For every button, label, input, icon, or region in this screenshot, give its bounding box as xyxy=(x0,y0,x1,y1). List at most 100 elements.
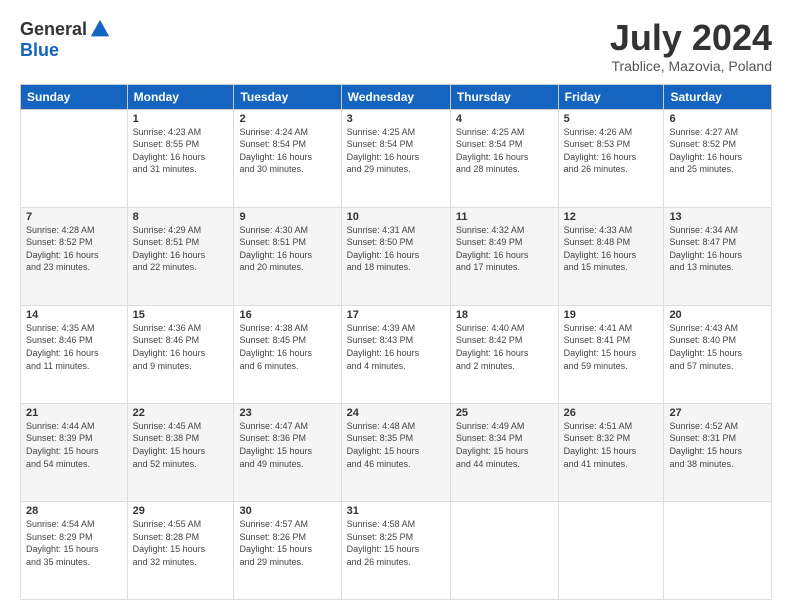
day-info: Sunrise: 4:35 AM Sunset: 8:46 PM Dayligh… xyxy=(26,322,122,372)
day-info: Sunrise: 4:49 AM Sunset: 8:34 PM Dayligh… xyxy=(456,420,553,470)
day-number: 20 xyxy=(669,309,766,321)
day-info: Sunrise: 4:25 AM Sunset: 8:54 PM Dayligh… xyxy=(456,126,553,176)
col-thursday: Thursday xyxy=(450,84,558,109)
day-info: Sunrise: 4:55 AM Sunset: 8:28 PM Dayligh… xyxy=(133,518,229,568)
calendar-cell: 29Sunrise: 4:55 AM Sunset: 8:28 PM Dayli… xyxy=(127,501,234,599)
day-number: 23 xyxy=(239,407,335,419)
col-saturday: Saturday xyxy=(664,84,772,109)
day-number: 30 xyxy=(239,505,335,517)
day-number: 11 xyxy=(456,211,553,223)
calendar-cell: 8Sunrise: 4:29 AM Sunset: 8:51 PM Daylig… xyxy=(127,207,234,305)
calendar-cell: 22Sunrise: 4:45 AM Sunset: 8:38 PM Dayli… xyxy=(127,403,234,501)
day-info: Sunrise: 4:27 AM Sunset: 8:52 PM Dayligh… xyxy=(669,126,766,176)
day-info: Sunrise: 4:30 AM Sunset: 8:51 PM Dayligh… xyxy=(239,224,335,274)
calendar-cell: 21Sunrise: 4:44 AM Sunset: 8:39 PM Dayli… xyxy=(21,403,128,501)
day-info: Sunrise: 4:26 AM Sunset: 8:53 PM Dayligh… xyxy=(564,126,659,176)
day-number: 27 xyxy=(669,407,766,419)
day-info: Sunrise: 4:41 AM Sunset: 8:41 PM Dayligh… xyxy=(564,322,659,372)
day-info: Sunrise: 4:28 AM Sunset: 8:52 PM Dayligh… xyxy=(26,224,122,274)
col-tuesday: Tuesday xyxy=(234,84,341,109)
day-number: 28 xyxy=(26,505,122,517)
calendar-cell: 27Sunrise: 4:52 AM Sunset: 8:31 PM Dayli… xyxy=(664,403,772,501)
day-info: Sunrise: 4:51 AM Sunset: 8:32 PM Dayligh… xyxy=(564,420,659,470)
day-info: Sunrise: 4:25 AM Sunset: 8:54 PM Dayligh… xyxy=(347,126,445,176)
title-block: July 2024 Trablice, Mazovia, Poland xyxy=(610,18,772,74)
calendar-cell xyxy=(450,501,558,599)
day-number: 18 xyxy=(456,309,553,321)
calendar-cell: 7Sunrise: 4:28 AM Sunset: 8:52 PM Daylig… xyxy=(21,207,128,305)
day-number: 10 xyxy=(347,211,445,223)
calendar-cell: 11Sunrise: 4:32 AM Sunset: 8:49 PM Dayli… xyxy=(450,207,558,305)
col-monday: Monday xyxy=(127,84,234,109)
day-info: Sunrise: 4:32 AM Sunset: 8:49 PM Dayligh… xyxy=(456,224,553,274)
calendar-cell: 6Sunrise: 4:27 AM Sunset: 8:52 PM Daylig… xyxy=(664,109,772,207)
day-info: Sunrise: 4:24 AM Sunset: 8:54 PM Dayligh… xyxy=(239,126,335,176)
col-sunday: Sunday xyxy=(21,84,128,109)
logo-blue-text: Blue xyxy=(20,40,59,61)
day-number: 21 xyxy=(26,407,122,419)
calendar-cell: 24Sunrise: 4:48 AM Sunset: 8:35 PM Dayli… xyxy=(341,403,450,501)
calendar-cell: 18Sunrise: 4:40 AM Sunset: 8:42 PM Dayli… xyxy=(450,305,558,403)
calendar-week-row: 7Sunrise: 4:28 AM Sunset: 8:52 PM Daylig… xyxy=(21,207,772,305)
day-info: Sunrise: 4:29 AM Sunset: 8:51 PM Dayligh… xyxy=(133,224,229,274)
day-number: 13 xyxy=(669,211,766,223)
day-number: 26 xyxy=(564,407,659,419)
day-number: 22 xyxy=(133,407,229,419)
calendar-cell: 25Sunrise: 4:49 AM Sunset: 8:34 PM Dayli… xyxy=(450,403,558,501)
day-info: Sunrise: 4:43 AM Sunset: 8:40 PM Dayligh… xyxy=(669,322,766,372)
day-info: Sunrise: 4:45 AM Sunset: 8:38 PM Dayligh… xyxy=(133,420,229,470)
calendar-cell: 4Sunrise: 4:25 AM Sunset: 8:54 PM Daylig… xyxy=(450,109,558,207)
day-number: 5 xyxy=(564,113,659,125)
col-wednesday: Wednesday xyxy=(341,84,450,109)
day-number: 6 xyxy=(669,113,766,125)
calendar-cell xyxy=(664,501,772,599)
day-number: 24 xyxy=(347,407,445,419)
day-info: Sunrise: 4:39 AM Sunset: 8:43 PM Dayligh… xyxy=(347,322,445,372)
day-info: Sunrise: 4:31 AM Sunset: 8:50 PM Dayligh… xyxy=(347,224,445,274)
day-number: 19 xyxy=(564,309,659,321)
day-info: Sunrise: 4:36 AM Sunset: 8:46 PM Dayligh… xyxy=(133,322,229,372)
day-number: 7 xyxy=(26,211,122,223)
day-info: Sunrise: 4:38 AM Sunset: 8:45 PM Dayligh… xyxy=(239,322,335,372)
location-subtitle: Trablice, Mazovia, Poland xyxy=(610,58,772,74)
day-number: 3 xyxy=(347,113,445,125)
calendar-cell: 16Sunrise: 4:38 AM Sunset: 8:45 PM Dayli… xyxy=(234,305,341,403)
calendar-week-row: 14Sunrise: 4:35 AM Sunset: 8:46 PM Dayli… xyxy=(21,305,772,403)
day-info: Sunrise: 4:48 AM Sunset: 8:35 PM Dayligh… xyxy=(347,420,445,470)
day-number: 16 xyxy=(239,309,335,321)
calendar-cell: 31Sunrise: 4:58 AM Sunset: 8:25 PM Dayli… xyxy=(341,501,450,599)
col-friday: Friday xyxy=(558,84,664,109)
day-info: Sunrise: 4:57 AM Sunset: 8:26 PM Dayligh… xyxy=(239,518,335,568)
calendar-table: Sunday Monday Tuesday Wednesday Thursday… xyxy=(20,84,772,600)
day-number: 8 xyxy=(133,211,229,223)
day-info: Sunrise: 4:47 AM Sunset: 8:36 PM Dayligh… xyxy=(239,420,335,470)
calendar-cell: 9Sunrise: 4:30 AM Sunset: 8:51 PM Daylig… xyxy=(234,207,341,305)
calendar-page: General Blue July 2024 Trablice, Mazovia… xyxy=(0,0,792,612)
day-info: Sunrise: 4:44 AM Sunset: 8:39 PM Dayligh… xyxy=(26,420,122,470)
day-info: Sunrise: 4:58 AM Sunset: 8:25 PM Dayligh… xyxy=(347,518,445,568)
day-info: Sunrise: 4:52 AM Sunset: 8:31 PM Dayligh… xyxy=(669,420,766,470)
calendar-cell: 28Sunrise: 4:54 AM Sunset: 8:29 PM Dayli… xyxy=(21,501,128,599)
calendar-cell: 15Sunrise: 4:36 AM Sunset: 8:46 PM Dayli… xyxy=(127,305,234,403)
day-number: 1 xyxy=(133,113,229,125)
day-number: 25 xyxy=(456,407,553,419)
day-number: 17 xyxy=(347,309,445,321)
logo-general-text: General xyxy=(20,19,87,40)
day-number: 14 xyxy=(26,309,122,321)
day-number: 12 xyxy=(564,211,659,223)
logo: General Blue xyxy=(20,18,111,61)
day-info: Sunrise: 4:40 AM Sunset: 8:42 PM Dayligh… xyxy=(456,322,553,372)
calendar-cell: 30Sunrise: 4:57 AM Sunset: 8:26 PM Dayli… xyxy=(234,501,341,599)
calendar-cell: 13Sunrise: 4:34 AM Sunset: 8:47 PM Dayli… xyxy=(664,207,772,305)
calendar-cell: 3Sunrise: 4:25 AM Sunset: 8:54 PM Daylig… xyxy=(341,109,450,207)
calendar-cell: 12Sunrise: 4:33 AM Sunset: 8:48 PM Dayli… xyxy=(558,207,664,305)
logo-icon xyxy=(89,18,111,40)
day-info: Sunrise: 4:34 AM Sunset: 8:47 PM Dayligh… xyxy=(669,224,766,274)
calendar-header-row: Sunday Monday Tuesday Wednesday Thursday… xyxy=(21,84,772,109)
calendar-cell: 26Sunrise: 4:51 AM Sunset: 8:32 PM Dayli… xyxy=(558,403,664,501)
day-info: Sunrise: 4:33 AM Sunset: 8:48 PM Dayligh… xyxy=(564,224,659,274)
calendar-cell: 19Sunrise: 4:41 AM Sunset: 8:41 PM Dayli… xyxy=(558,305,664,403)
day-number: 29 xyxy=(133,505,229,517)
day-number: 9 xyxy=(239,211,335,223)
calendar-cell: 17Sunrise: 4:39 AM Sunset: 8:43 PM Dayli… xyxy=(341,305,450,403)
